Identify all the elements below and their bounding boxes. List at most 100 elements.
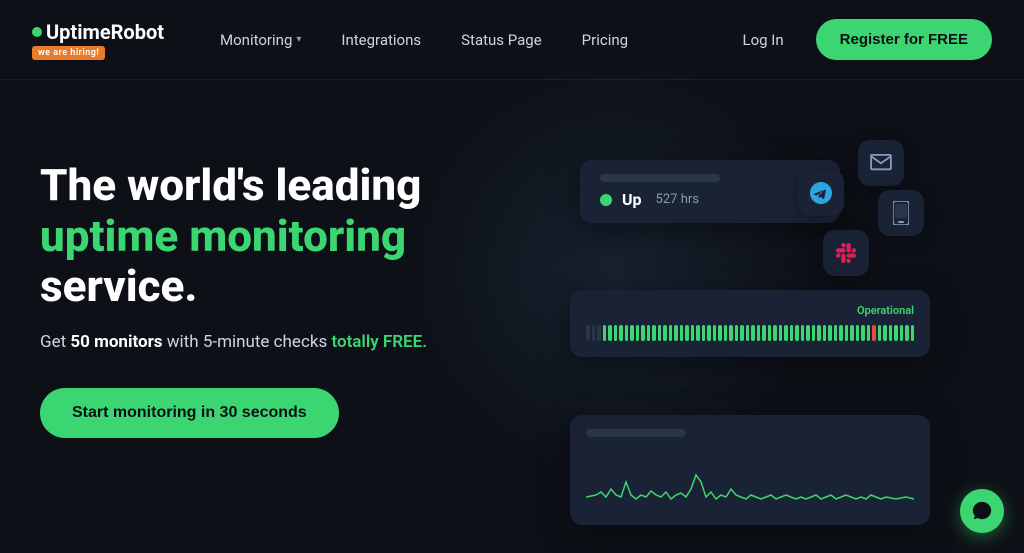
- register-button[interactable]: Register for FREE: [816, 19, 992, 60]
- uptime-segment: [680, 325, 684, 341]
- nav-status-page[interactable]: Status Page: [445, 23, 558, 57]
- hero-section: The world's leading uptime monitoring se…: [40, 140, 560, 438]
- hero-green-text: uptime monitoring: [40, 210, 406, 262]
- uptime-segment: [817, 325, 821, 341]
- nav-links: Monitoring ▾ Integrations Status Page Pr…: [204, 23, 726, 57]
- uptime-segment: [630, 325, 634, 341]
- uptime-segment: [652, 325, 656, 341]
- logo-text: UptimeRobot: [32, 20, 164, 44]
- uptime-segment: [636, 325, 640, 341]
- telegram-bubble: [798, 170, 844, 216]
- uptime-segment: [823, 325, 827, 341]
- response-time-chart: [586, 447, 914, 507]
- uptime-bar: [586, 323, 914, 343]
- uptime-segment: [746, 325, 750, 341]
- operational-badge: Operational: [857, 304, 914, 317]
- uptime-segment: [685, 325, 689, 341]
- card-bar-decoration: [600, 174, 720, 182]
- uptime-segment: [663, 325, 667, 341]
- mobile-icon: [893, 201, 909, 225]
- uptime-segment: [845, 325, 849, 341]
- nav-pricing[interactable]: Pricing: [566, 23, 644, 57]
- uptime-segment: [834, 325, 838, 341]
- uptime-segment: [784, 325, 788, 341]
- mobile-bubble: [878, 190, 924, 236]
- card-status-bar: Operational: [570, 290, 930, 357]
- uptime-segment: [762, 325, 766, 341]
- hiring-badge: we are hiring!: [32, 46, 105, 60]
- dashboard-visual: Up 527 hrs: [560, 120, 984, 520]
- uptime-segment: [751, 325, 755, 341]
- login-link[interactable]: Log In: [727, 23, 800, 57]
- slack-icon: [836, 243, 856, 263]
- uptime-segment: [625, 325, 629, 341]
- uptime-segment: [603, 325, 607, 341]
- uptime-segment: [740, 325, 744, 341]
- uptime-segment: [619, 325, 623, 341]
- hero-subtitle: Get 50 monitors with 5-minute checks tot…: [40, 332, 560, 352]
- uptime-segment: [861, 325, 865, 341]
- uptime-segment: [724, 325, 728, 341]
- uptime-segment: [735, 325, 739, 341]
- uptime-segment: [806, 325, 810, 341]
- slack-bubble: [823, 230, 869, 276]
- uptime-segment: [883, 325, 887, 341]
- chat-button[interactable]: [960, 489, 1004, 533]
- uptime-segment: [658, 325, 662, 341]
- uptime-segment: [812, 325, 816, 341]
- uptime-segment: [718, 325, 722, 341]
- email-bubble: [858, 140, 904, 186]
- uptime-segment: [894, 325, 898, 341]
- uptime-segment: [696, 325, 700, 341]
- uptime-segment: [592, 325, 596, 341]
- nav-integrations[interactable]: Integrations: [325, 23, 437, 57]
- nav-right: Log In Register for FREE: [727, 19, 993, 60]
- main-content: The world's leading uptime monitoring se…: [0, 80, 1024, 553]
- uptime-segment: [856, 325, 860, 341]
- nav-monitoring[interactable]: Monitoring ▾: [204, 23, 317, 57]
- uptime-segment: [691, 325, 695, 341]
- card-response-chart: [570, 415, 930, 525]
- uptime-segment: [779, 325, 783, 341]
- uptime-segment: [801, 325, 805, 341]
- uptime-segment: [900, 325, 904, 341]
- uptime-segment: [702, 325, 706, 341]
- uptime-segment: [850, 325, 854, 341]
- uptime-segment: [608, 325, 612, 341]
- uptime-segment: [878, 325, 882, 341]
- status-green-dot: [600, 194, 612, 206]
- logo[interactable]: UptimeRobot we are hiring!: [32, 20, 164, 60]
- uptime-segment: [757, 325, 761, 341]
- telegram-icon: [810, 182, 832, 204]
- navbar: UptimeRobot we are hiring! Monitoring ▾ …: [0, 0, 1024, 80]
- uptime-segment: [839, 325, 843, 341]
- uptime-segment: [713, 325, 717, 341]
- uptime-segment: [790, 325, 794, 341]
- uptime-segment: [614, 325, 618, 341]
- email-icon: [870, 154, 892, 172]
- uptime-segment: [773, 325, 777, 341]
- uptime-segment: [707, 325, 711, 341]
- hero-title: The world's leading uptime monitoring se…: [40, 160, 560, 312]
- logo-wordmark: UptimeRobot: [46, 20, 164, 44]
- hours-label: 527 hrs: [656, 192, 699, 207]
- uptime-segment: [889, 325, 893, 341]
- up-label: Up: [622, 190, 642, 209]
- uptime-segment: [795, 325, 799, 341]
- uptime-segment: [768, 325, 772, 341]
- chart-bar-decoration: [586, 429, 686, 437]
- uptime-segment: [867, 325, 871, 341]
- uptime-segment: [641, 325, 645, 341]
- chevron-down-icon: ▾: [296, 34, 301, 45]
- uptime-segment: [872, 325, 876, 341]
- uptime-segment: [674, 325, 678, 341]
- chat-icon: [971, 500, 993, 522]
- cta-button[interactable]: Start monitoring in 30 seconds: [40, 388, 339, 438]
- uptime-segment: [911, 325, 915, 341]
- uptime-segment: [597, 325, 601, 341]
- uptime-segment: [647, 325, 651, 341]
- uptime-segment: [729, 325, 733, 341]
- uptime-segment: [905, 325, 909, 341]
- uptime-segment: [669, 325, 673, 341]
- uptime-segment: [586, 325, 590, 341]
